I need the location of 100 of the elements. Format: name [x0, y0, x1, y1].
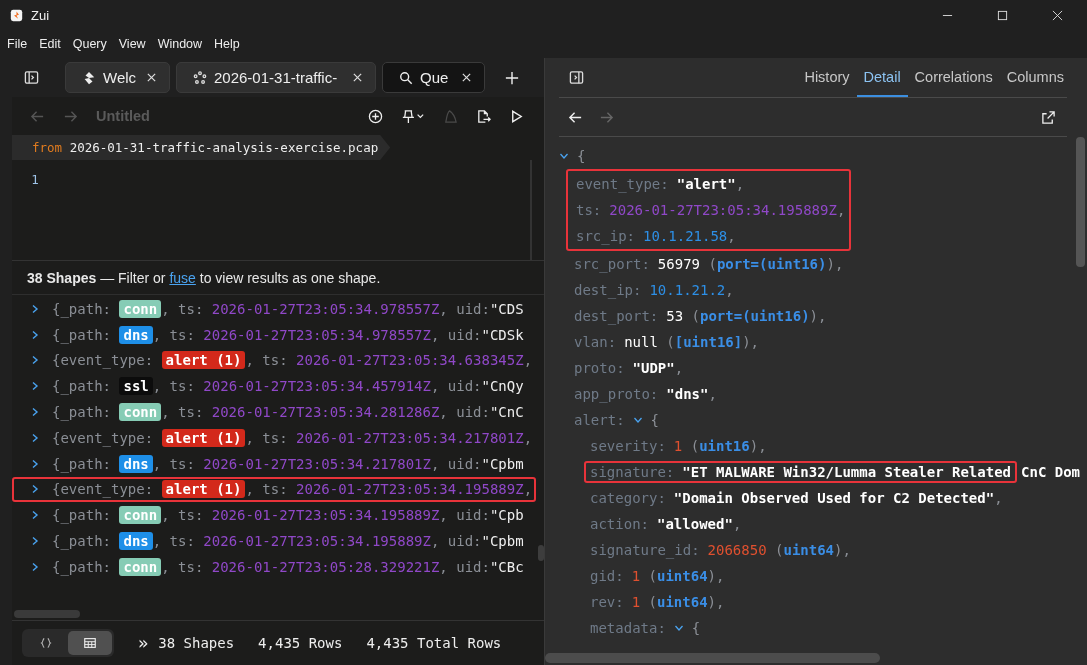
fuse-link[interactable]: fuse: [169, 269, 196, 286]
field-key: proto:: [574, 360, 625, 376]
record-text[interactable]: {_path: dns , ts: 2026-01-27T23:05:34.217801Z, uid:"Cpbm: [52, 455, 524, 472]
tab[interactable]: 2026-01-31-traffic-: [176, 62, 376, 93]
field-key: rev:: [590, 594, 624, 610]
field-value: 1 (uint64),: [631, 568, 725, 584]
brace: {: [691, 620, 701, 636]
field-key: ts:: [576, 202, 602, 218]
record-text[interactable]: {_path: ssl , ts: 2026-01-27T23:05:34.457914Z, uid:"CnQy: [52, 378, 524, 395]
shapes-count: 38 Shapes: [158, 635, 235, 651]
field-key: gid:: [590, 568, 624, 584]
field-key: dest_ip:: [574, 282, 642, 298]
field-value: CnC Dom: [1021, 464, 1081, 480]
expand-chevron-icon[interactable]: [30, 510, 40, 521]
menu-item[interactable]: View: [118, 37, 146, 51]
record-text[interactable]: {_path: dns , ts: 2026-01-27T23:05:34.195889Z, uid:"Cpbm: [52, 533, 524, 550]
record-text[interactable]: {_path: conn , ts: 2026-01-27T23:05:34.281286Z, uid:"CnC: [52, 404, 524, 421]
collapse-chevron-icon[interactable]: [673, 623, 684, 633]
menu-item[interactable]: File: [7, 37, 28, 51]
tab[interactable]: Que: [382, 62, 485, 93]
field-key: signature:: [590, 464, 675, 480]
close-tab-icon[interactable]: [352, 72, 363, 83]
add-tab-icon[interactable]: [505, 70, 519, 85]
detail-tab[interactable]: Columns: [999, 58, 1071, 97]
tag-badge: alert (1): [161, 480, 246, 499]
tab[interactable]: Welc: [65, 62, 170, 93]
expand-chevron-icon[interactable]: [30, 355, 40, 366]
record-text[interactable]: {_path: conn , ts: 2026-01-27T23:05:28.329221Z, uid:"CBc: [52, 558, 524, 575]
field-value: 56979 (port=(uint16)),: [657, 256, 844, 272]
record-text[interactable]: {_path: dns , ts: 2026-01-27T23:05:34.978557Z, uid:"CDSk: [52, 326, 524, 343]
detail-tab[interactable]: Correlations: [907, 58, 1000, 97]
braces-icon: [39, 636, 53, 650]
field-key: vlan:: [574, 334, 617, 350]
tag-badge: dns: [119, 532, 153, 551]
expand-chevron-icon[interactable]: [30, 303, 40, 314]
rows-count: 4,435 Rows: [258, 635, 343, 651]
window-title: Zui: [31, 7, 50, 23]
expand-chevron-icon[interactable]: [30, 432, 40, 443]
line-number: 1: [31, 172, 39, 187]
field-value: "alert",: [676, 176, 745, 192]
add-circle-icon[interactable]: [368, 108, 383, 124]
tag-badge: ssl: [119, 377, 153, 396]
scrollbar[interactable]: [538, 545, 544, 561]
run-icon[interactable]: [509, 108, 524, 124]
record-text[interactable]: {event_type: alert (1) , ts: 2026-01-27T23:05:34.638345Z,: [52, 352, 533, 369]
sidebar-toggle-icon[interactable]: [24, 70, 39, 85]
collapse-chevron-icon[interactable]: [559, 151, 569, 161]
expand-chevron-icon[interactable]: [30, 536, 40, 547]
menu-item[interactable]: Edit: [39, 37, 61, 51]
external-link-icon[interactable]: [1041, 109, 1056, 125]
field-key: app_proto:: [574, 386, 659, 402]
export-file-icon[interactable]: [476, 108, 491, 124]
close-tab-icon[interactable]: [461, 72, 472, 83]
field-value: 53 (port=(uint16)),: [666, 308, 827, 324]
field-value: 10.1.21.2,: [649, 282, 734, 298]
scrollbar[interactable]: [545, 653, 880, 663]
detail-tab[interactable]: History: [797, 58, 857, 97]
record-text[interactable]: {_path: conn , ts: 2026-01-27T23:05:34.978557Z, uid:"CDS: [52, 300, 524, 317]
expand-chevron-icon[interactable]: [30, 561, 40, 572]
ring-icon: [193, 70, 207, 85]
menu-item[interactable]: Help: [214, 37, 240, 51]
pin-dropdown-icon[interactable]: [401, 108, 425, 124]
brace: {: [650, 412, 659, 428]
close-icon[interactable]: [1052, 9, 1063, 21]
record-text[interactable]: {event_type: alert (1) , ts: 2026-01-27T23:05:34.195889Z,: [52, 481, 533, 498]
maximize-icon[interactable]: [997, 9, 1008, 21]
field-key: category:: [590, 490, 666, 506]
field-key: action:: [590, 516, 649, 532]
record-text[interactable]: {_path: conn , ts: 2026-01-27T23:05:34.195889Z, uid:"Cpb: [52, 507, 524, 524]
table-icon: [83, 636, 97, 650]
total-rows-count: 4,435 Total Rows: [366, 635, 502, 651]
expand-chevron-icon[interactable]: [30, 458, 40, 469]
collapse-chevron-icon[interactable]: [632, 415, 643, 425]
tag-badge: conn: [119, 299, 162, 318]
expand-button[interactable]: »: [138, 633, 149, 653]
close-tab-icon[interactable]: [146, 72, 157, 83]
table-view-button[interactable]: [68, 631, 112, 655]
field-key: alert:: [574, 412, 625, 428]
scrollbar[interactable]: [14, 610, 80, 618]
field-value: "Domain Observed Used for C2 Detected",: [673, 490, 1003, 506]
expand-chevron-icon[interactable]: [30, 407, 40, 418]
record-text[interactable]: {event_type: alert (1) , ts: 2026-01-27T23:05:34.217801Z,: [52, 429, 533, 446]
field-key: metadata:: [590, 620, 666, 636]
tag-badge: alert (1): [161, 351, 246, 370]
expand-chevron-icon[interactable]: [30, 329, 40, 340]
menu-item[interactable]: Window: [157, 37, 203, 51]
field-key: signature_id:: [590, 542, 700, 558]
query-title: Untitled: [96, 108, 150, 124]
expand-chevron-icon[interactable]: [30, 381, 40, 392]
menu-item[interactable]: Query: [72, 37, 107, 51]
scrollbar[interactable]: [1076, 137, 1085, 267]
panel-toggle-icon[interactable]: [569, 70, 584, 85]
results-message: 38 Shapes — Filter or fuse to view results as one shape.: [27, 269, 381, 286]
tag-badge: conn: [119, 557, 162, 576]
field-key: src_port:: [574, 256, 650, 272]
expand-chevron-icon[interactable]: [30, 484, 40, 495]
field-value: 2066850 (uint64),: [707, 542, 851, 558]
field-key: event_type:: [576, 176, 669, 192]
source-breadcrumb: from 2026-01-31-traffic-analysis-exercise.pcap: [12, 135, 391, 160]
field-value: 1 (uint64),: [631, 594, 725, 610]
